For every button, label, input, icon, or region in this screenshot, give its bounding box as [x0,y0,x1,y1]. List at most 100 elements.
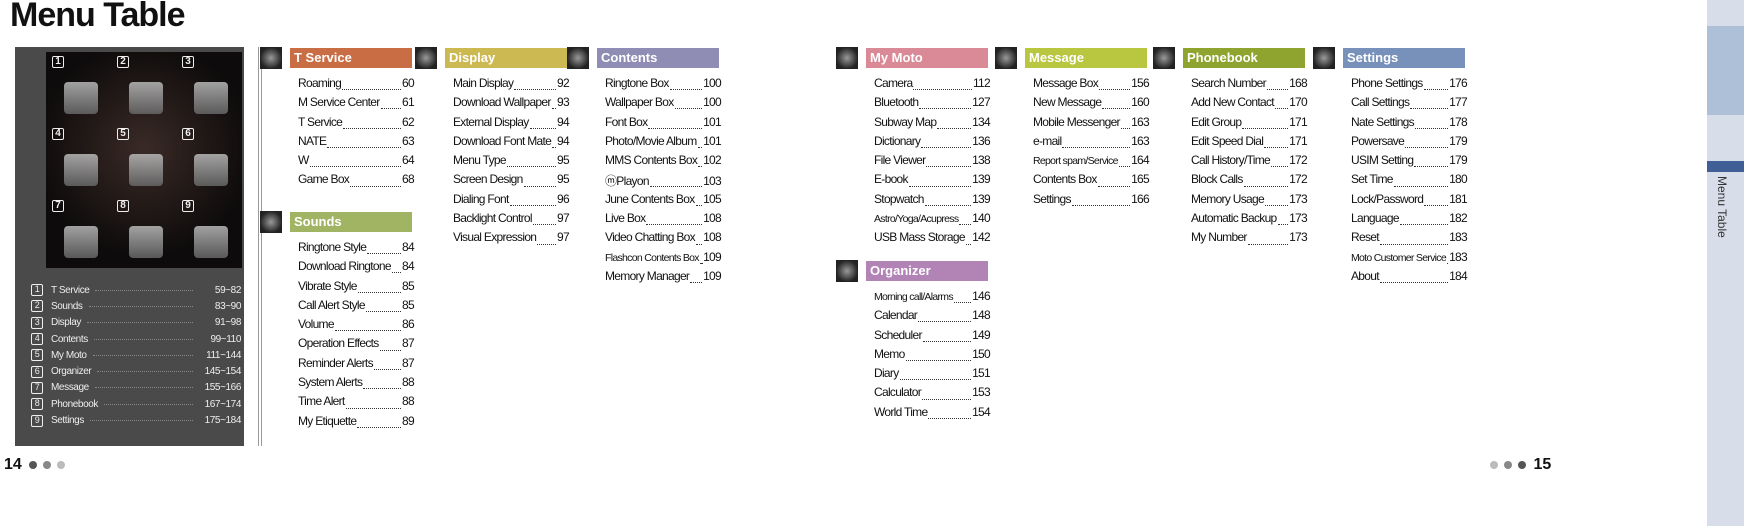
menu-item: Backlight Control 97 [453,211,570,230]
legend-row: 6 Organizer 145~154 [31,363,241,379]
item-label: My Etiquette [298,413,357,428]
menu-item: Dictionary 136 [874,134,991,153]
item-label: Flashcon Contents Box [605,251,700,264]
menu-item: Video Chatting Box 108 [605,230,722,249]
item-page: 142 [972,230,991,245]
item-label: Photo/Movie Album [605,133,697,148]
section-icon [836,47,858,69]
item-label: Reminder Alerts [298,355,374,370]
item-page: 146 [972,289,991,303]
item-label: Main Display [453,76,514,90]
item-label: Moto Customer Service [1351,251,1447,264]
item-label: Subway Map [874,114,937,129]
item-page: 63 [402,133,415,148]
item-page: 153 [972,385,991,400]
item-page: 172 [1289,153,1308,168]
legend-pages: 175~184 [204,415,242,427]
item-page: 100 [703,95,722,110]
item-page: 109 [703,249,722,264]
menu-item: Reminder Alerts 87 [298,355,415,375]
legend-pages: 167~174 [204,398,242,410]
menu-item: Lock/Password 181 [1351,192,1468,211]
section-title: T Service [294,50,352,65]
item-page: 150 [972,346,991,361]
item-page: 183 [1449,249,1468,264]
item-label: Language [1351,211,1399,226]
side-tab: Menu Table [1707,0,1744,526]
number-badge: 9 [182,200,194,212]
menu-icon [64,154,98,186]
menu-section-organizer: Organizer Morning call/Alarms 146 Calendar 1… [836,260,991,424]
menu-item: Edit Speed Dial 171 [1191,134,1308,153]
item-label: Settings [1033,191,1071,206]
legend-label: My Moto [51,349,87,361]
item-page: 173 [1289,191,1308,206]
item-page: 105 [703,191,722,206]
menu-item: Reset 183 [1351,230,1468,249]
menu-section-sounds: Sounds Ringtone Style 84 Download Ringtone 8… [260,211,415,433]
menu-item: USB Mass Storage 142 [874,230,991,249]
menu-item: File Viewer 138 [874,153,991,172]
legend-pages: 155~166 [204,382,242,394]
item-label: Scheduler [874,327,922,342]
menu-item: Bluetooth 127 [874,95,991,114]
legend-pages: 83~90 [214,300,241,312]
item-page: 172 [1289,172,1308,187]
legend-pages: 59~82 [214,284,241,296]
item-label: Set Time [1351,172,1393,187]
menu-item: MMS Contents Box 102 [605,153,722,172]
menu-item: Font Box 101 [605,115,722,134]
item-label: Stopwatch [874,191,924,206]
menu-item: Dialing Font 96 [453,192,570,211]
menu-item: Roaming 60 [298,76,415,95]
legend-row: 7 Message 155~166 [31,380,241,396]
section-title: Contents [601,50,658,65]
item-page: 179 [1449,153,1468,168]
menu-icon-cell: 3 [182,56,242,126]
item-page: 156 [1131,76,1150,90]
item-label: M Service Center [298,95,380,110]
item-page: 176 [1449,76,1468,90]
item-page: 87 [402,355,415,370]
item-label: Block Calls [1191,172,1243,187]
item-page: 64 [402,153,415,168]
menu-item: M Service Center 61 [298,95,415,114]
item-label: E-book [874,172,909,187]
menu-item: Download Font Mate 94 [453,134,570,153]
menu-item: Volume 86 [298,317,415,336]
section-header: Organizer [836,260,988,282]
section-icon [260,211,282,233]
item-page: 171 [1289,114,1308,129]
menu-icon-cell: 7 [52,200,112,270]
item-label: Edit Group [1191,114,1242,129]
item-page: 84 [402,240,415,254]
section-header: Settings [1313,47,1465,69]
item-label: Add New Contact [1191,95,1275,110]
item-page: 164 [1131,153,1150,168]
menu-item: Screen Design 95 [453,172,570,191]
item-page: 149 [972,327,991,342]
legend-pages: 145~154 [204,366,242,378]
number-badge: 3 [182,56,194,68]
item-page: 177 [1449,95,1468,110]
item-label: Diary [874,366,899,381]
item-label: Ringtone Style [298,240,367,254]
item-label: Call Alert Style [298,297,366,312]
item-page: 88 [402,394,415,409]
item-label: File Viewer [874,153,926,168]
item-label: e-mail [1033,133,1062,148]
item-page: 165 [1131,172,1150,187]
page-title: Menu Table [10,0,185,34]
item-label: Powersave [1351,133,1405,148]
item-page: 148 [972,308,991,323]
number-badge: 8 [31,398,43,411]
item-label: System Alerts [298,375,363,390]
item-label: Vibrate Style [298,278,357,293]
menu-section-message: Message Message Box 156 New Message 160 Mobil… [995,47,1150,211]
menu-section-my-moto: My Moto Camera 112 Bluetooth 127 Subway Map 13… [836,47,991,250]
menu-item: Scheduler 149 [874,327,991,347]
legend-label: Sounds [51,300,83,312]
side-tab-label: Menu Table [1715,176,1729,238]
item-label: Screen Design [453,172,523,187]
menu-icon-cell: 2 [117,56,177,126]
